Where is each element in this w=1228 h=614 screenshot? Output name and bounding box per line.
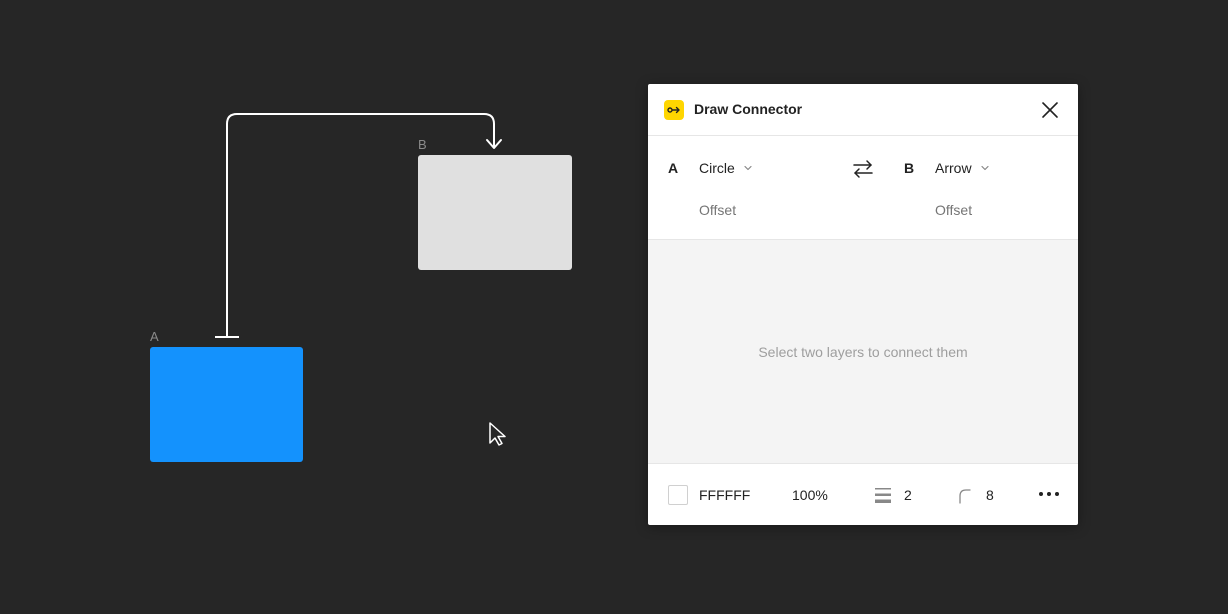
close-icon xyxy=(1042,102,1058,118)
more-dots-icon xyxy=(1039,492,1059,496)
selection-empty-state: Select two layers to connect them xyxy=(648,240,1078,464)
panel-title: Draw Connector xyxy=(694,101,803,117)
stroke-color-hex[interactable]: FFFFFF xyxy=(699,487,750,503)
layer-b-label: B xyxy=(418,137,427,152)
corner-radius-icon xyxy=(959,489,971,504)
start-cap-select[interactable]: Circle xyxy=(699,157,753,179)
more-options-button[interactable] xyxy=(1036,485,1062,503)
end-cap-value: Arrow xyxy=(935,160,972,176)
connector-end-arrow xyxy=(486,139,502,149)
chevron-down-icon xyxy=(980,165,989,171)
end-offset-input[interactable] xyxy=(935,200,1055,220)
layer-a-rect[interactable] xyxy=(150,347,303,462)
layer-a-label: A xyxy=(150,329,159,344)
connector-plugin-icon xyxy=(664,100,684,120)
stroke-settings-footer: FFFFFF 100% 2 8 xyxy=(648,464,1078,525)
stroke-opacity-value[interactable]: 100% xyxy=(792,487,828,503)
chevron-down-icon xyxy=(744,165,752,171)
corner-radius-value[interactable]: 8 xyxy=(986,487,994,503)
stroke-color-swatch[interactable] xyxy=(668,485,688,505)
swap-arrows-icon xyxy=(853,160,873,178)
end-side-label: B xyxy=(904,160,915,176)
close-button[interactable] xyxy=(1038,98,1062,122)
start-cap-value: Circle xyxy=(699,160,735,176)
layer-b-rect[interactable] xyxy=(418,155,572,270)
empty-state-message: Select two layers to connect them xyxy=(758,344,968,360)
draw-connector-panel: Draw Connector A Circle B Arrow Offset O… xyxy=(648,84,1078,525)
stroke-weight-value[interactable]: 2 xyxy=(904,487,912,503)
end-cap-select[interactable]: Arrow xyxy=(935,157,990,179)
start-side-label: A xyxy=(668,160,679,176)
mouse-cursor-icon xyxy=(489,422,506,446)
panel-header: Draw Connector xyxy=(648,84,1078,136)
start-offset-input[interactable] xyxy=(699,200,819,220)
stroke-weight-icon xyxy=(875,488,891,503)
connector-settings: A Circle B Arrow xyxy=(648,136,1078,240)
swap-ends-button[interactable] xyxy=(850,156,876,182)
